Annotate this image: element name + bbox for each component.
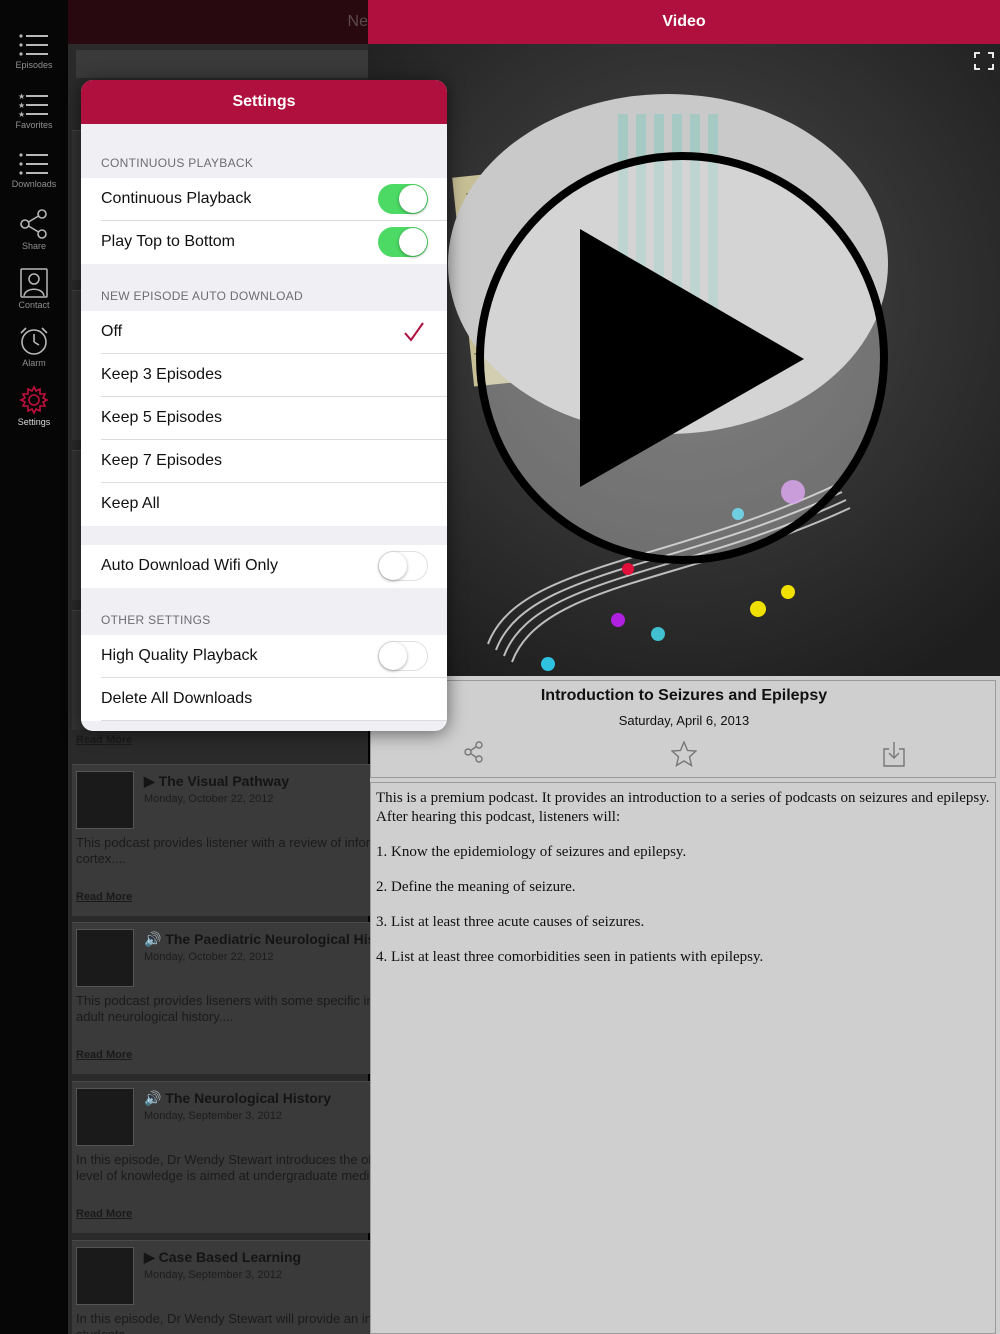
description-paragraph: 3. List at least three acute causes of s… xyxy=(376,914,645,930)
star-icon[interactable] xyxy=(671,741,697,767)
episode-thumbnail xyxy=(76,1088,134,1146)
video-header-title: Video xyxy=(662,13,706,30)
high-quality-row: High Quality Playback xyxy=(81,635,447,678)
sidebar-item-label: Downloads xyxy=(11,179,57,189)
description-paragraph: This is a premium podcast. It provides a… xyxy=(376,790,990,825)
sidebar-item-downloads[interactable]: Downloads xyxy=(0,151,68,209)
row-label: Play Top to Bottom xyxy=(101,233,235,250)
star-list-icon: ★★★ xyxy=(18,92,48,118)
row-label: High Quality Playback xyxy=(101,647,258,664)
episode-date: Monday, October 22, 2012 xyxy=(144,951,274,963)
continuous-playback-row: Continuous Playback xyxy=(81,178,447,221)
alarm-clock-icon xyxy=(20,327,48,355)
download-option-keep-5[interactable]: Keep 5 Episodes xyxy=(81,397,447,440)
download-option-keep-7[interactable]: Keep 7 Episodes xyxy=(81,440,447,483)
svg-text:★: ★ xyxy=(18,110,25,118)
description-paragraph: 2. Define the meaning of seizure. xyxy=(376,879,576,895)
sidebar-item-label: Favorites xyxy=(15,120,53,130)
sidebar-item-contact[interactable]: Contact xyxy=(0,268,68,326)
video-artwork xyxy=(368,44,1000,676)
sidebar-item-label: Contact xyxy=(18,300,50,310)
list-icon xyxy=(19,34,48,56)
divider xyxy=(101,720,447,721)
toggle-knob xyxy=(379,552,407,580)
episode-date: Monday, October 22, 2012 xyxy=(144,793,274,805)
description-paragraph: 4. List at least three comorbidities see… xyxy=(376,949,764,965)
episode-title: 🔊 The Paediatric Neurological History xyxy=(144,931,402,947)
download-icon[interactable] xyxy=(883,741,905,767)
wifi-only-row: Auto Download Wifi Only xyxy=(81,545,447,588)
section-header-other-settings: OTHER SETTINGS xyxy=(101,613,211,627)
svg-text:★: ★ xyxy=(18,101,25,110)
download-option-keep-all[interactable]: Keep All xyxy=(81,483,447,526)
sidebar-item-favorites[interactable]: ★ ★ ★ Favorites xyxy=(0,92,68,150)
list-icon xyxy=(19,153,48,175)
read-more-link[interactable]: Read More xyxy=(76,891,132,903)
read-more-link[interactable]: Read More xyxy=(76,1208,132,1220)
description-paragraph: 1. Know the epidemiology of seizures and… xyxy=(376,844,687,860)
episode-thumbnail xyxy=(76,929,134,987)
episode-description: This is a premium podcast. It provides a… xyxy=(370,782,996,1334)
settings-popover: Settings CONTINUOUS PLAYBACK Continuous … xyxy=(81,80,447,731)
episode-thumbnail xyxy=(76,1247,134,1305)
sidebar-item-label: Alarm xyxy=(22,358,46,368)
episode-title: ▶︎ The Visual Pathway xyxy=(144,773,290,789)
toggle-knob xyxy=(379,642,407,670)
row-label: Delete All Downloads xyxy=(101,690,253,707)
sidebar-item-settings[interactable]: Settings xyxy=(0,385,68,443)
episode-thumbnail xyxy=(76,771,134,829)
sidebar-item-label: Episodes xyxy=(15,60,53,70)
sidebar-item-label: Settings xyxy=(17,417,51,427)
toggle-knob xyxy=(399,185,427,213)
episode-date: Monday, September 3, 2012 xyxy=(144,1269,282,1281)
sidebar-item-label: Share xyxy=(21,241,47,251)
episode-info-panel: Introduction to Seizures and Epilepsy Sa… xyxy=(370,676,1000,1334)
share-icon[interactable] xyxy=(463,741,485,763)
play-top-to-bottom-row: Play Top to Bottom xyxy=(81,221,447,264)
fullscreen-icon[interactable] xyxy=(974,52,994,70)
sidebar-item-alarm[interactable]: Alarm xyxy=(0,326,68,384)
row-label: Auto Download Wifi Only xyxy=(101,557,278,574)
high-quality-toggle[interactable] xyxy=(378,641,428,671)
row-label: Off xyxy=(101,323,123,340)
continuous-playback-toggle[interactable] xyxy=(378,184,428,214)
gear-icon xyxy=(19,385,49,415)
video-header: Video xyxy=(368,0,1000,44)
episode-date: Monday, September 3, 2012 xyxy=(144,1110,282,1122)
wifi-only-toggle[interactable] xyxy=(378,551,428,581)
video-player[interactable] xyxy=(368,44,1000,676)
row-label: Keep All xyxy=(101,495,160,512)
row-label: Continuous Playback xyxy=(101,190,252,207)
toggle-knob xyxy=(399,228,427,256)
episode-title: ▶︎ Case Based Learning xyxy=(144,1249,302,1265)
sidebar: Episodes ★ ★ ★ Favorites Downloads Share C… xyxy=(0,0,68,1334)
download-option-off[interactable]: Off xyxy=(81,311,447,354)
sidebar-item-share[interactable]: Share xyxy=(0,209,68,267)
download-option-keep-3[interactable]: Keep 3 Episodes xyxy=(81,354,447,397)
episode-date: Saturday, April 6, 2013 xyxy=(618,713,750,728)
settings-title: Settings xyxy=(81,80,447,124)
row-label: Keep 3 Episodes xyxy=(101,366,222,383)
episode-title: Introduction to Seizures and Epilepsy xyxy=(540,687,828,704)
share-icon xyxy=(20,209,47,239)
episode-list-header: Neurology xyxy=(68,0,368,44)
section-header-continuous-playback: CONTINUOUS PLAYBACK xyxy=(101,156,254,170)
episode-title: 🔊 The Neurological History xyxy=(144,1090,332,1106)
row-label: Keep 5 Episodes xyxy=(101,409,222,426)
contact-icon xyxy=(20,268,48,298)
row-label: Keep 7 Episodes xyxy=(101,452,222,469)
checkmark-icon xyxy=(404,322,424,342)
section-header-auto-download: NEW EPISODE AUTO DOWNLOAD xyxy=(101,289,303,303)
play-top-to-bottom-toggle[interactable] xyxy=(378,227,428,257)
sidebar-item-episodes[interactable]: Episodes xyxy=(0,32,68,90)
search-input[interactable] xyxy=(76,50,368,78)
read-more-link[interactable]: Read More xyxy=(76,1049,132,1061)
read-more-link[interactable]: Read More xyxy=(76,734,132,746)
delete-all-downloads-button[interactable]: Delete All Downloads xyxy=(81,678,447,721)
episode-list-title: Neurology xyxy=(347,13,368,30)
svg-text:★: ★ xyxy=(18,92,25,101)
episode-info-header: Introduction to Seizures and Epilepsy Sa… xyxy=(370,680,996,778)
